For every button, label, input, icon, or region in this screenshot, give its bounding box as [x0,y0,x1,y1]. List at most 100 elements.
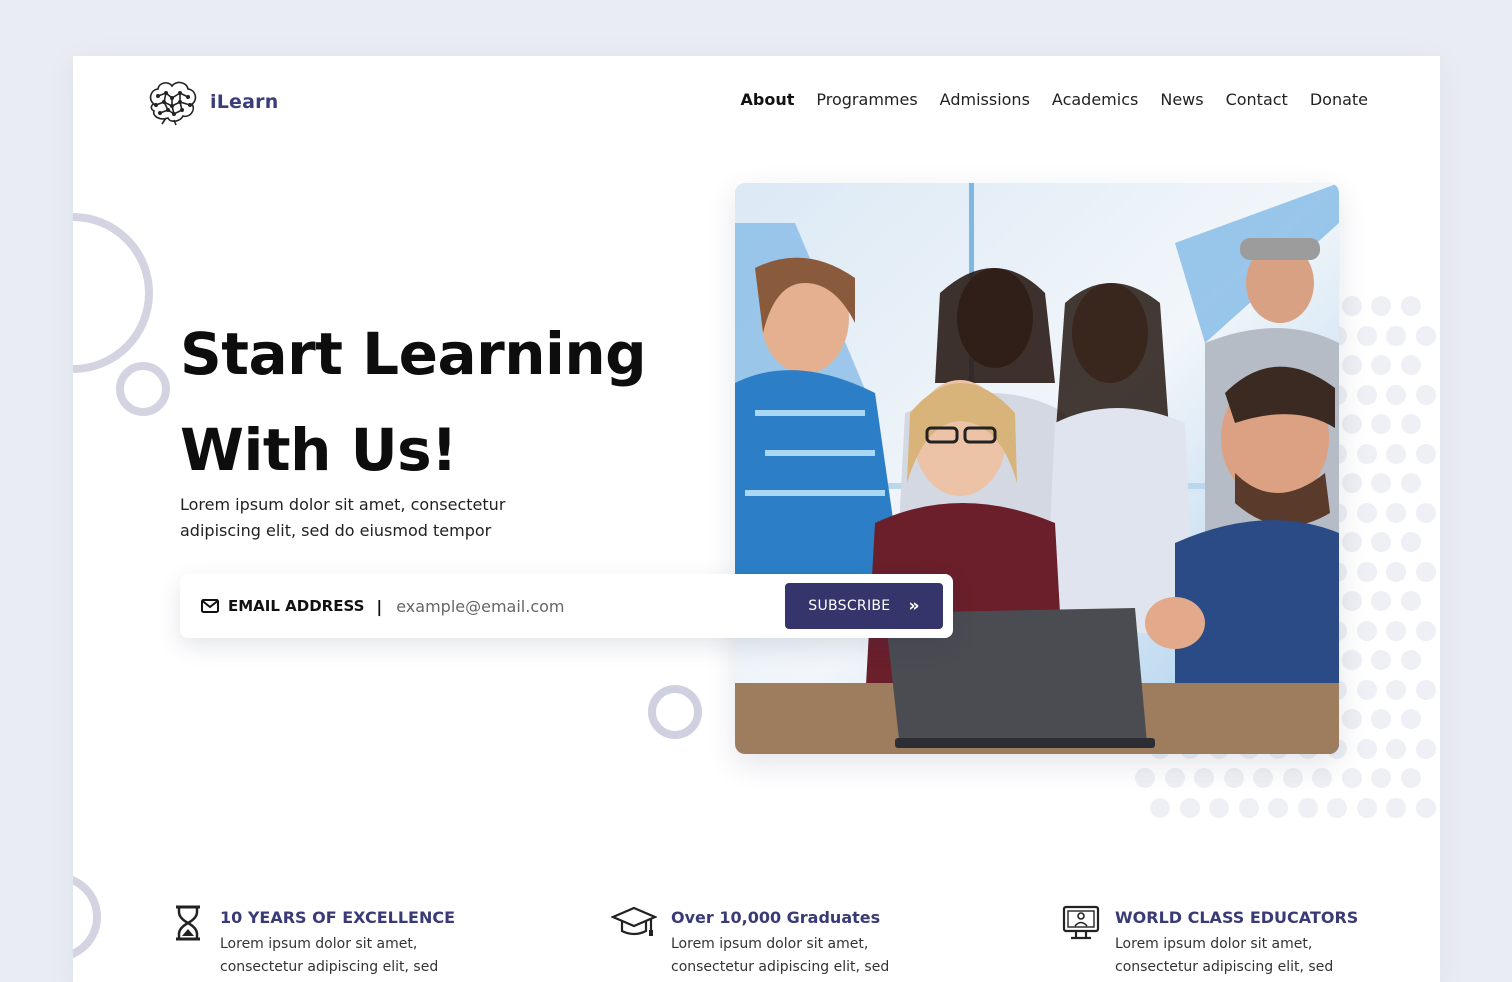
dot [1386,561,1406,582]
brain-network-icon [149,81,197,126]
dot [1223,768,1244,788]
dot [1371,709,1391,729]
dot [1415,738,1436,759]
dot [1371,473,1391,493]
email-label: EMAIL ADDRESS [228,597,365,615]
hero-subtitle: Lorem ipsum dolor sit amet, consectetur … [180,495,506,540]
dot [1415,443,1436,464]
dot [1400,768,1421,788]
dot [1356,502,1377,523]
dot [1386,384,1406,405]
dot [1341,473,1362,493]
hero-photo [735,183,1339,754]
dot [1179,797,1200,818]
nav-item-programmes[interactable]: Programmes [816,90,917,109]
subscribe-button[interactable]: SUBSCRIBE » [785,583,943,629]
subscribe-button-label: SUBSCRIBE [808,598,891,614]
decorative-ring [73,213,153,373]
nav-item-admissions[interactable]: Admissions [940,90,1030,109]
nav-item-news[interactable]: News [1160,90,1203,109]
feature-title: Over 10,000 Graduates [671,908,881,927]
dot [1371,355,1391,375]
dot [1356,797,1377,818]
dot [1341,591,1362,611]
decorative-ring [648,685,702,739]
dot [1209,797,1229,818]
nav-item-donate[interactable]: Donate [1310,90,1368,109]
dot [1135,768,1155,788]
dot [1164,768,1185,788]
dot [1415,502,1436,523]
dot [1341,709,1362,729]
dot [1356,620,1377,641]
dot [1356,443,1377,464]
dot [1356,325,1377,346]
dot [1371,414,1391,434]
group-at-laptop-image [735,183,1339,754]
brand-name: iLearn [210,91,279,113]
dot [1356,679,1377,700]
feature-text: Lorem ipsum dolor sit amet, consectetur … [671,936,890,975]
dot [1341,768,1362,788]
email-input[interactable] [394,595,779,617]
dot [1415,797,1436,818]
nav-item-academics[interactable]: Academics [1052,90,1138,109]
double-chevron-right-icon: » [908,596,920,616]
dot [1341,414,1362,434]
dot [1400,473,1421,493]
dot [1341,296,1362,316]
hero-title-line: With Us! [180,416,458,484]
feature-text: Lorem ipsum dolor sit amet, consectetur … [220,936,439,975]
dot [1371,650,1391,670]
dot [1238,797,1259,818]
dot [1371,768,1391,788]
dot [1341,532,1362,552]
dot [1297,797,1318,818]
dot [1371,296,1391,316]
dot [1282,768,1303,788]
dot [1194,768,1214,788]
dot [1400,296,1421,316]
dot [1253,768,1273,788]
dot [1400,532,1421,552]
graduation-cap-icon [611,906,657,936]
feature-graduates: Over 10,000 Graduates Lorem ipsum dolor … [611,904,911,979]
logo[interactable]: iLearn [144,78,278,126]
hero-title: Start Learning With Us! [180,306,647,498]
hero-title-line: Start Learning [180,320,647,388]
dot [1400,709,1421,729]
dot [1356,561,1377,582]
feature-excellence: 10 YEARS OF EXCELLENCE Lorem ipsum dolor… [170,904,460,979]
dot [1386,443,1406,464]
dot [1386,797,1406,818]
nav-item-contact[interactable]: Contact [1226,90,1288,109]
feature-title: 10 YEARS OF EXCELLENCE [220,908,455,927]
mail-icon [201,599,219,613]
decorative-ring [73,873,101,961]
dot [1371,591,1391,611]
dot [1386,325,1406,346]
teacher-board-icon [1062,905,1100,940]
hourglass-icon [176,905,200,941]
dot [1312,768,1332,788]
subscribe-form: EMAIL ADDRESS | SUBSCRIBE » [180,574,953,638]
decorative-ring [116,362,170,416]
dot [1400,414,1421,434]
landing-page: iLearn About Programmes Admissions Acade… [73,56,1440,982]
dot [1341,650,1362,670]
dot [1400,355,1421,375]
dot [1386,620,1406,641]
dot [1400,591,1421,611]
dot [1415,679,1436,700]
main-nav: About Programmes Admissions Academics Ne… [741,90,1368,109]
nav-item-about[interactable]: About [741,90,795,109]
dot [1356,738,1377,759]
dot [1268,797,1288,818]
dot [1327,797,1347,818]
feature-title: WORLD CLASS EDUCATORS [1115,908,1359,927]
dot [1150,797,1170,818]
dot [1356,384,1377,405]
dot [1415,384,1436,405]
dot [1371,532,1391,552]
dot [1386,679,1406,700]
